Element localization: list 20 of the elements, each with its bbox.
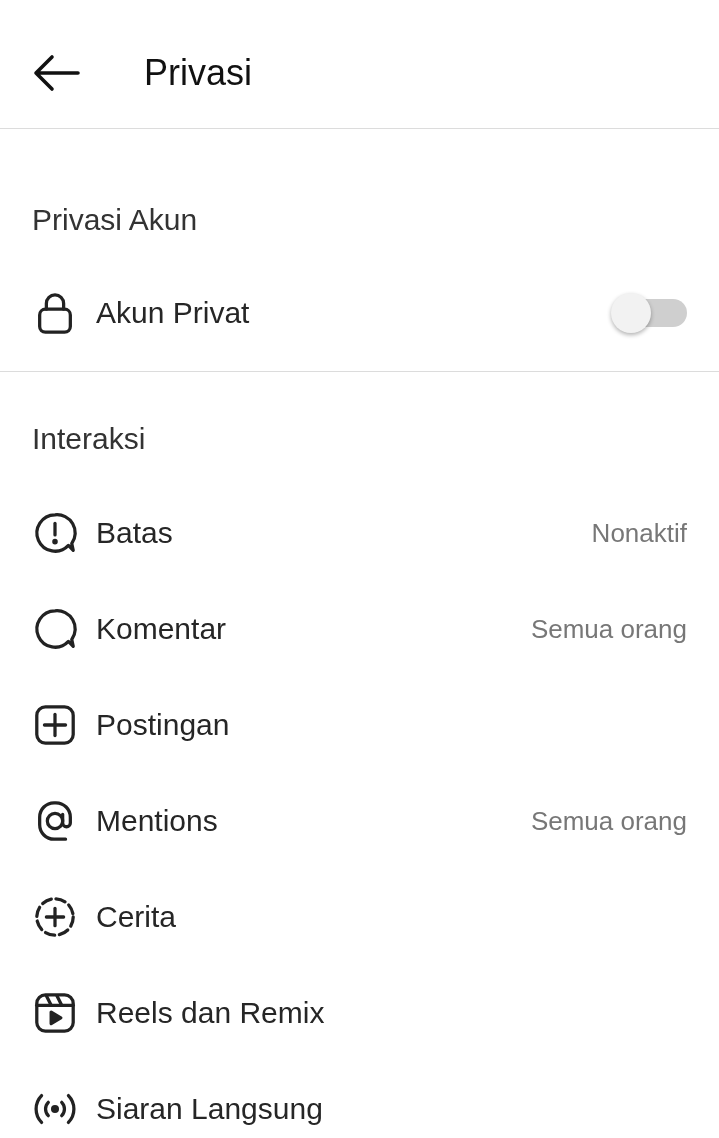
- add-story-icon: [32, 894, 78, 940]
- setting-label: Akun Privat: [96, 296, 251, 330]
- setting-label[interactable]: Siaran Langsung: [96, 1092, 687, 1126]
- reels-icon: [32, 990, 78, 1036]
- page-title: Privasi: [144, 52, 253, 94]
- alert-bubble-icon: [32, 510, 78, 556]
- setting-label[interactable]: Cerita: [96, 900, 687, 934]
- setting-value: Semua orang: [530, 805, 687, 837]
- setting-value: Semua orang: [530, 613, 687, 645]
- section-heading: Privasi Akun: [32, 202, 199, 238]
- add-post-icon: [32, 702, 78, 748]
- setting-label[interactable]: Komentar: [96, 612, 513, 646]
- back-arrow-icon[interactable]: [32, 53, 80, 93]
- setting-label[interactable]: Postingan: [96, 708, 687, 742]
- comment-icon: [32, 606, 78, 652]
- setting-value: Nonaktif: [591, 517, 687, 549]
- setting-label[interactable]: Batas: [96, 516, 574, 550]
- setting-label[interactable]: Reels dan Remix: [96, 996, 687, 1030]
- setting-label[interactable]: Mentions: [96, 804, 513, 838]
- section-heading: Interaksi: [32, 421, 147, 457]
